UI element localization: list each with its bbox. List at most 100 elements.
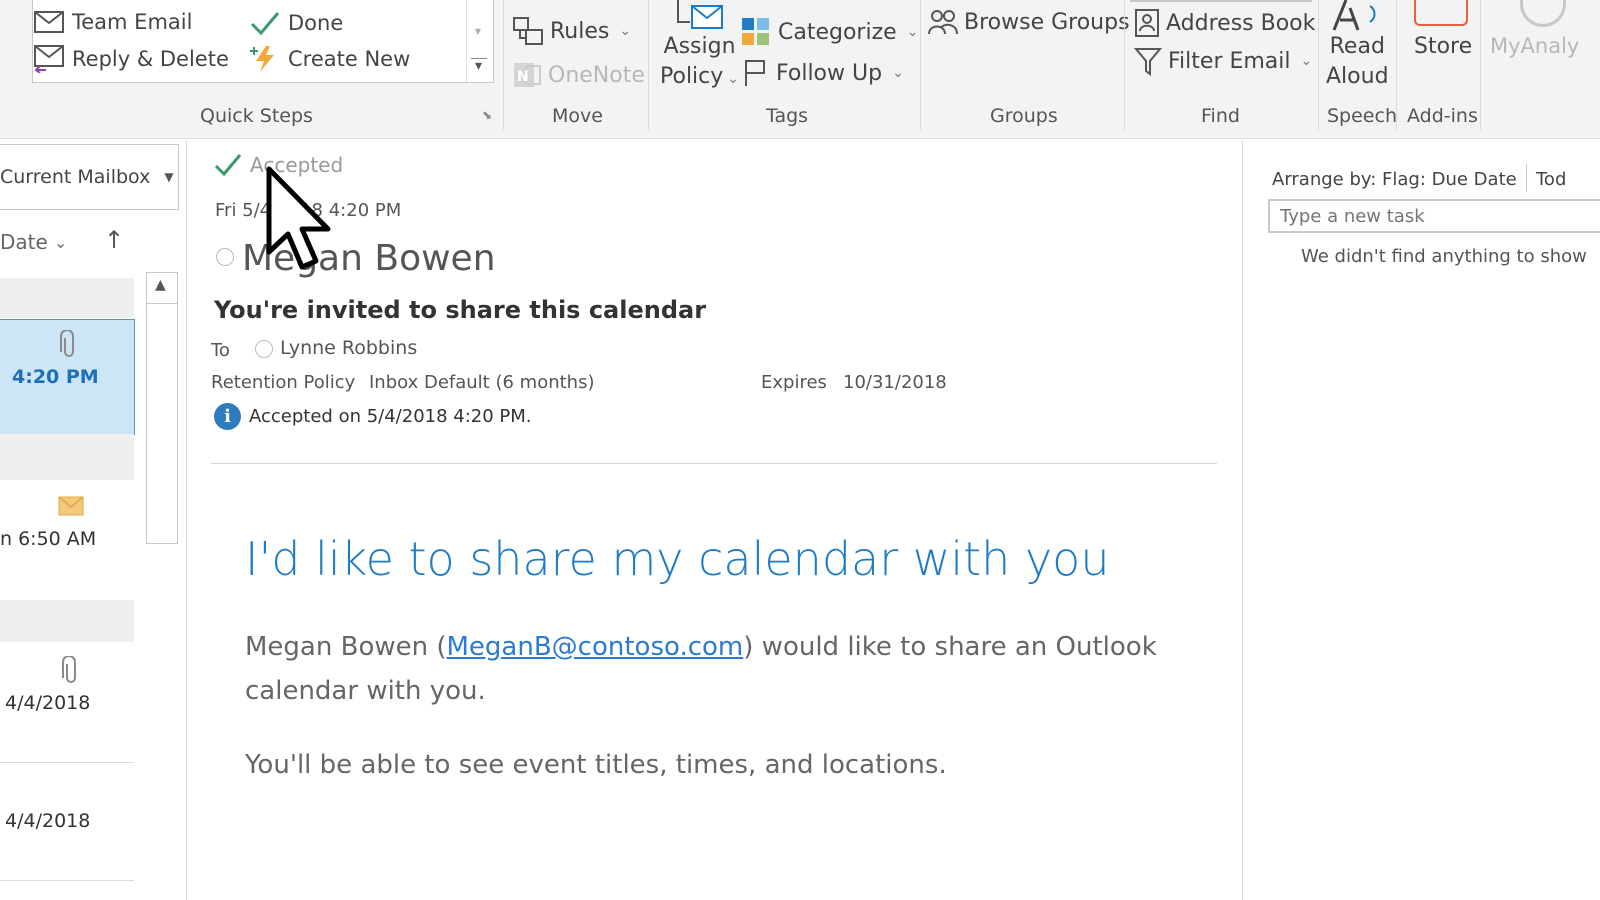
scroll-down-icon: ▾ bbox=[475, 24, 482, 38]
browse-groups-button[interactable]: Browse Groups bbox=[928, 8, 1130, 36]
info-bar: i Accepted on 5/4/2018 4:20 PM. bbox=[214, 403, 532, 430]
categorize-label: Categorize bbox=[778, 19, 897, 45]
separator bbox=[1124, 0, 1125, 130]
list-item[interactable]: 4/4/2018 bbox=[0, 642, 134, 763]
browse-groups-label: Browse Groups bbox=[964, 9, 1130, 35]
list-item[interactable]: 4/4/2018 bbox=[0, 764, 134, 881]
info-icon: i bbox=[214, 403, 241, 430]
body-heading: I'd like to share my calendar with you bbox=[245, 532, 1110, 586]
reply-delete-label: Reply & Delete bbox=[72, 47, 229, 71]
list-item-time: 4:20 PM bbox=[12, 366, 99, 388]
quick-step-create-new[interactable]: Create New bbox=[250, 45, 410, 73]
search-box-edge bbox=[1130, 0, 1312, 2]
sort-by-dropdown[interactable]: Date ⌄ bbox=[0, 230, 67, 254]
chevron-down-icon: ⌄ bbox=[906, 24, 919, 40]
chevron-down-icon: ⌄ bbox=[892, 65, 904, 81]
myanalytics-icon bbox=[1520, 0, 1566, 27]
onenote-button[interactable]: N OneNote bbox=[512, 60, 645, 90]
read-aloud-line2: Aloud bbox=[1326, 64, 1389, 89]
separator bbox=[648, 0, 649, 130]
separator bbox=[503, 0, 504, 130]
reply-delete-icon bbox=[34, 45, 64, 73]
myanalytics-button[interactable]: MyAnaly bbox=[1490, 34, 1579, 58]
today-button[interactable]: Tod bbox=[1536, 169, 1566, 190]
paperclip-icon bbox=[62, 656, 76, 683]
new-task-input[interactable] bbox=[1268, 199, 1600, 233]
rules-button[interactable]: Rules ⌄ bbox=[512, 16, 631, 46]
onenote-label: OneNote bbox=[548, 62, 645, 88]
list-item-time: n 6:50 AM bbox=[0, 528, 97, 550]
list-group-header bbox=[0, 278, 134, 318]
separator bbox=[1480, 0, 1481, 130]
assign-policy-icon bbox=[677, 0, 723, 29]
search-scope-label: Current Mailbox bbox=[0, 166, 151, 188]
scroll-thumb-edge bbox=[147, 303, 177, 304]
quick-steps-scrollbar[interactable]: ▾ ▾ bbox=[466, 0, 493, 82]
body-paragraph-2: You'll be able to see event titles, time… bbox=[245, 750, 947, 780]
to-label: To bbox=[211, 340, 230, 361]
expires-label: Expires bbox=[761, 372, 827, 393]
envelope-icon bbox=[58, 496, 84, 516]
list-item[interactable]: n 6:50 AM bbox=[0, 480, 134, 598]
quick-step-reply-delete[interactable]: Reply & Delete bbox=[34, 45, 229, 73]
sort-by-label: Date bbox=[0, 230, 48, 254]
categorize-button[interactable]: Categorize ⌄ bbox=[740, 16, 918, 48]
retention-policy-value: Inbox Default (6 months) bbox=[369, 372, 595, 393]
dialog-launcher-icon[interactable]: ⬊ bbox=[482, 108, 492, 122]
recipient-name[interactable]: Lynne Robbins bbox=[280, 337, 417, 359]
sort-direction-icon[interactable]: ↑ bbox=[104, 226, 124, 254]
chevron-down-icon: ▼ bbox=[164, 170, 174, 184]
checkmark-icon bbox=[214, 154, 242, 177]
search-scope-dropdown[interactable]: Current Mailbox ▼ bbox=[0, 144, 179, 210]
header-divider bbox=[211, 463, 1217, 464]
quick-step-done[interactable]: Done bbox=[250, 10, 343, 36]
ribbon: Team Email Done Reply & Delete Create Ne… bbox=[0, 0, 1600, 139]
body-text: Megan Bowen ( bbox=[245, 632, 447, 662]
list-item-time: 4/4/2018 bbox=[5, 692, 91, 714]
checkmark-icon bbox=[250, 12, 280, 36]
assign-policy-button[interactable]: Assign Policy ⌄ bbox=[660, 32, 739, 94]
retention-policy-label: Retention Policy bbox=[211, 372, 356, 393]
read-aloud-icon bbox=[1332, 0, 1376, 31]
find-group-label: Find bbox=[1201, 105, 1240, 127]
body-paragraph-1: Megan Bowen (MeganB@contoso.com) would l… bbox=[245, 632, 1157, 662]
store-button[interactable]: Store bbox=[1414, 32, 1472, 62]
filter-email-button[interactable]: Filter Email ⌄ bbox=[1134, 46, 1312, 76]
move-group-label: Move bbox=[552, 105, 603, 127]
sender-email-link[interactable]: MeganB@contoso.com bbox=[447, 632, 744, 662]
assign-policy-line2: Policy bbox=[660, 64, 724, 89]
read-aloud-button[interactable]: Read Aloud bbox=[1326, 32, 1389, 92]
addins-group-label: Add-ins bbox=[1407, 105, 1478, 127]
done-label: Done bbox=[288, 11, 344, 35]
chevron-down-icon: ⌄ bbox=[53, 232, 68, 252]
address-book-label: Address Book bbox=[1166, 10, 1316, 36]
chevron-down-icon: ⌄ bbox=[1300, 53, 1313, 69]
list-group-header bbox=[0, 434, 134, 480]
store-icon bbox=[1414, 0, 1468, 26]
read-aloud-line1: Read bbox=[1329, 34, 1385, 59]
tags-group-label: Tags bbox=[766, 105, 809, 127]
store-label: Store bbox=[1414, 34, 1473, 59]
envelope-icon bbox=[34, 11, 64, 33]
expires-value: 10/31/2018 bbox=[843, 372, 947, 393]
follow-up-label: Follow Up bbox=[776, 60, 883, 86]
message-list-scrollbar[interactable]: ▲ bbox=[146, 272, 178, 544]
empty-message: We didn't find anything to show bbox=[1301, 246, 1587, 267]
presence-icon bbox=[216, 248, 234, 266]
quick-steps-group-label: Quick Steps bbox=[200, 105, 313, 127]
mouse-cursor-icon bbox=[266, 166, 331, 270]
team-email-label: Team Email bbox=[72, 10, 193, 34]
chevron-down-icon: ⌄ bbox=[619, 23, 632, 39]
create-new-label: Create New bbox=[288, 47, 411, 71]
arrange-by[interactable]: Arrange by: Flag: Due Date bbox=[1272, 169, 1517, 190]
svg-text:N: N bbox=[517, 69, 529, 85]
address-book-button[interactable]: Address Book bbox=[1134, 8, 1315, 38]
people-icon bbox=[928, 10, 958, 35]
onenote-icon: N bbox=[514, 63, 541, 87]
scroll-up-icon[interactable]: ▲ bbox=[155, 277, 166, 293]
flag-icon bbox=[745, 60, 765, 86]
follow-up-button[interactable]: Follow Up ⌄ bbox=[742, 58, 904, 88]
quick-step-team-email[interactable]: Team Email bbox=[34, 10, 192, 34]
address-book-icon bbox=[1135, 9, 1159, 37]
list-item[interactable]: 4:20 PM bbox=[0, 319, 135, 435]
